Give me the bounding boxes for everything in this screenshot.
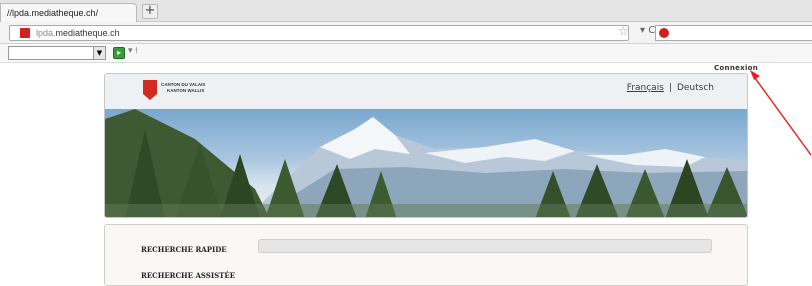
lang-link-french[interactable]: Français	[627, 83, 664, 93]
language-switcher: Français | Deutsch	[627, 83, 714, 93]
recherche-rapide-label: RECHERCHE RAPIDE	[141, 245, 227, 254]
search-engine-icon	[659, 28, 669, 38]
browser-tab-bar: //lpda.mediatheque.ch/ +	[0, 0, 812, 23]
lang-link-german[interactable]: Deutsch	[677, 83, 714, 93]
browser-search-box[interactable]	[655, 25, 812, 41]
valais-shield-icon	[143, 80, 157, 100]
canton-logo[interactable]: CANTON DU VALAIS KANTON WALLIS	[161, 82, 205, 94]
browser-tab[interactable]: //lpda.mediatheque.ch/	[0, 3, 137, 23]
lang-separator: |	[668, 83, 672, 93]
site-banner: CANTON DU VALAIS KANTON WALLIS Français |…	[104, 73, 748, 218]
search-panel: RECHERCHE RAPIDE RECHERCHE ASSISTÉE	[104, 224, 748, 286]
recherche-assistee-link[interactable]: RECHERCHE ASSISTÉE	[141, 271, 235, 280]
chevron-down-icon: ▼	[93, 47, 105, 59]
logo-line-2: KANTON WALLIS	[167, 88, 205, 93]
address-bar[interactable]: lpda.mediatheque.ch	[9, 25, 629, 41]
browser-toolbar: ▼ ▸ ▾ ⟊	[0, 44, 812, 63]
url-text: lpda.mediatheque.ch	[36, 28, 120, 38]
new-tab-button[interactable]: +	[142, 4, 158, 19]
toolbar-options-icon[interactable]: ▾ ⟊	[128, 46, 138, 56]
banner-image	[105, 109, 747, 217]
go-icon[interactable]: ▸	[113, 47, 125, 59]
bookmark-star-icon[interactable]: ☆	[618, 24, 629, 38]
mountain-landscape	[105, 109, 747, 217]
banner-header: CANTON DU VALAIS KANTON WALLIS Français |…	[105, 74, 747, 109]
toolbar-dropdown[interactable]: ▼	[8, 46, 106, 60]
quick-search-input[interactable]	[258, 239, 712, 253]
reload-icon[interactable]: ▾ C	[640, 25, 655, 36]
favicon-icon	[20, 28, 30, 38]
connexion-link[interactable]: Connexion	[714, 64, 758, 72]
